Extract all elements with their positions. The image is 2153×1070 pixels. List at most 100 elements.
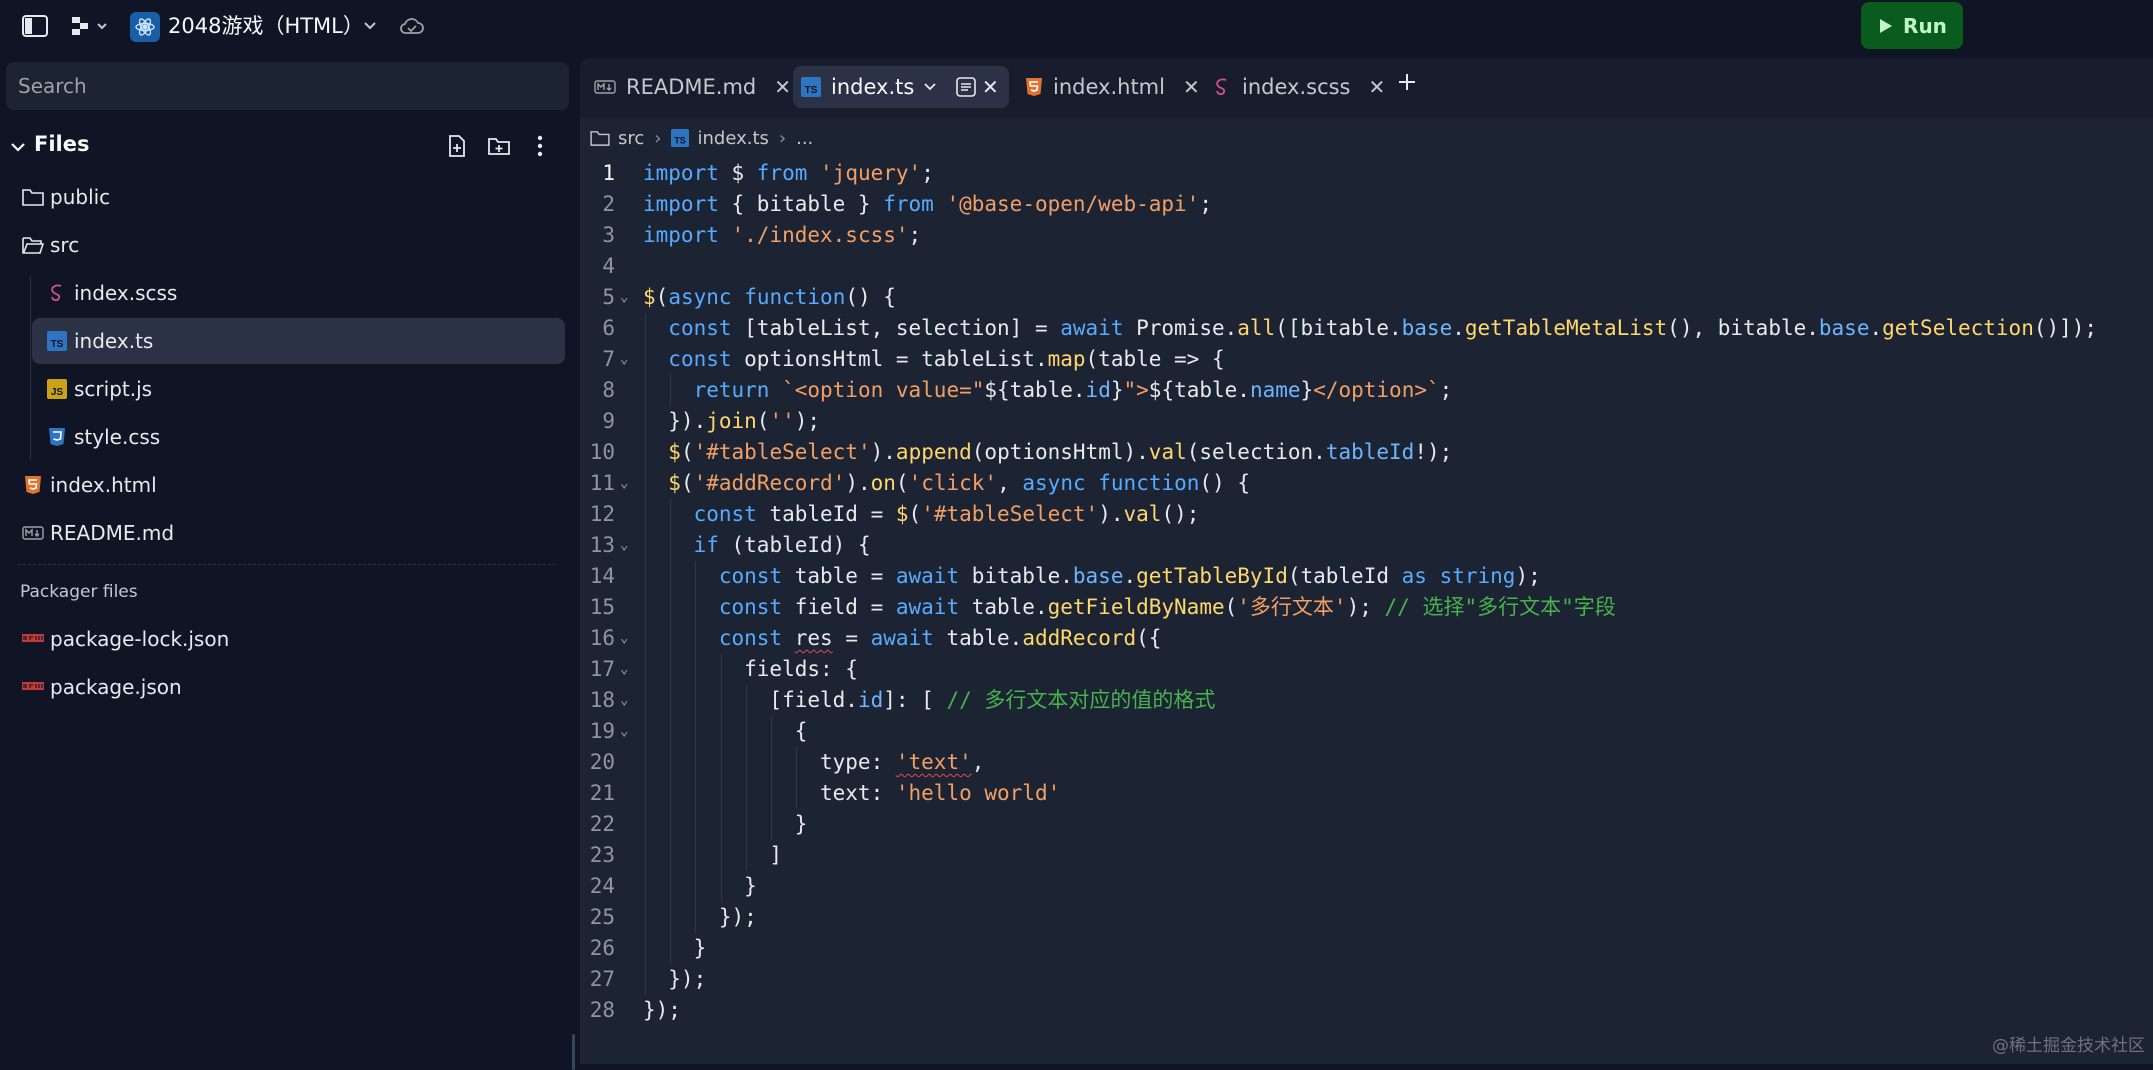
line-number: 4 — [602, 254, 615, 278]
fold-chevron-icon[interactable]: ⌄ — [620, 654, 628, 685]
fold-chevron-icon[interactable]: ⌄ — [620, 685, 628, 716]
code-line[interactable]: 10 $('#tableSelect').append(optionsHtml)… — [580, 437, 2153, 468]
code-line[interactable]: 8 return `<option value="${table.id}">${… — [580, 375, 2153, 406]
line-number: 26 — [589, 936, 615, 960]
tab-index-html[interactable]: index.html ✕ — [1025, 66, 1200, 108]
line-number: 2 — [602, 192, 615, 216]
code-line[interactable]: 28}); — [580, 995, 2153, 1026]
new-folder-icon[interactable] — [487, 135, 511, 161]
code-line[interactable]: 21 text: 'hello world' — [580, 778, 2153, 809]
svg-text:TS: TS — [51, 339, 64, 350]
code-line[interactable]: 17 ⌄ fields: { — [580, 654, 2153, 685]
fold-chevron-icon[interactable]: ⌄ — [620, 530, 628, 561]
tree-item-label: index.scss — [74, 281, 178, 305]
line-number: 28 — [589, 998, 615, 1022]
indent-guide — [670, 530, 672, 561]
tab-index-scss[interactable]: index.scss ✕ — [1212, 66, 1385, 108]
close-tab-icon[interactable]: ✕ — [774, 75, 791, 99]
new-file-icon[interactable] — [446, 134, 468, 162]
tree-item-style-css[interactable]: style.css — [46, 414, 160, 460]
chevron-down-icon[interactable] — [10, 138, 26, 157]
code-text: return `<option value="${table.id}">${ta… — [693, 378, 1453, 402]
code-line[interactable]: 22 } — [580, 809, 2153, 840]
code-line[interactable]: 4 — [580, 251, 2153, 282]
code-line[interactable]: 14 const table = await bitable.base.getT… — [580, 561, 2153, 592]
outline-icon[interactable] — [956, 77, 977, 97]
close-tab-icon[interactable]: ✕ — [982, 75, 999, 99]
code-line[interactable]: 7 ⌄ const optionsHtml = tableList.map(tab… — [580, 344, 2153, 375]
code-line[interactable]: 5 ⌄ $(async function() { — [580, 282, 2153, 313]
files-title[interactable]: Files — [34, 132, 89, 156]
breadcrumb-item[interactable]: TS index.ts — [671, 128, 769, 149]
cloud-sync-icon[interactable] — [398, 12, 426, 40]
code-line[interactable]: 15 const field = await table.getFieldByN… — [580, 592, 2153, 623]
code-line[interactable]: 23 ] — [580, 840, 2153, 871]
indent-guide — [645, 809, 646, 840]
tree-item-public[interactable]: public — [22, 174, 110, 220]
code-line[interactable]: 3 import './index.scss'; — [580, 220, 2153, 251]
code-line[interactable]: 25 }); — [580, 902, 2153, 933]
chevron-down-icon[interactable] — [924, 82, 936, 92]
tree-item-index-html[interactable]: index.html — [22, 462, 157, 508]
code-line[interactable]: 2 import { bitable } from '@base-open/web… — [580, 189, 2153, 220]
indent-guide — [645, 840, 646, 871]
ts-file-icon: TS — [801, 77, 821, 97]
code-line[interactable]: 26 } — [580, 933, 2153, 964]
fold-chevron-icon[interactable]: ⌄ — [620, 623, 628, 654]
pane-resize-handle[interactable] — [572, 1034, 575, 1070]
fold-chevron-icon[interactable]: ⌄ — [620, 468, 628, 499]
close-tab-icon[interactable]: ✕ — [1369, 75, 1386, 99]
tree-item-package-lock[interactable]: package-lock.json — [22, 616, 229, 662]
search-placeholder: Search — [18, 74, 87, 98]
run-button[interactable]: Run — [1861, 2, 1963, 49]
tree-item-src[interactable]: src — [22, 222, 79, 268]
breadcrumb-item[interactable]: src — [590, 128, 644, 149]
layout-menu-icon[interactable] — [68, 12, 112, 40]
code-line[interactable]: 24 } — [580, 871, 2153, 902]
indent-guide — [670, 902, 672, 933]
code-line[interactable]: 9 }).join(''); — [580, 406, 2153, 437]
indent-guide — [695, 809, 697, 840]
more-options-icon[interactable] — [536, 134, 544, 162]
code-line[interactable]: 16 ⌄ const res = await table.addRecord({ — [580, 623, 2153, 654]
tab-index-ts[interactable]: TS index.ts — [793, 66, 1009, 108]
sidebar: Search Files public src index.scss TS in… — [0, 52, 575, 1070]
code-line[interactable]: 20 type: 'text', — [580, 747, 2153, 778]
tab-readme[interactable]: README.md ✕ — [594, 66, 791, 108]
tree-item-readme[interactable]: README.md — [22, 510, 174, 556]
tree-item-index-scss[interactable]: index.scss — [46, 270, 177, 316]
add-tab-icon[interactable] — [1395, 70, 1419, 94]
code-text: } — [643, 936, 707, 960]
indent-guide — [670, 778, 672, 809]
breadcrumb-item[interactable]: ... — [796, 128, 813, 149]
indent-guide — [670, 592, 672, 623]
tree-item-script-js[interactable]: JS script.js — [46, 366, 152, 412]
fold-chevron-icon[interactable]: ⌄ — [620, 282, 628, 313]
chevron-down-icon[interactable] — [356, 12, 384, 40]
breadcrumb-separator: › — [778, 127, 787, 149]
fold-chevron-icon[interactable]: ⌄ — [620, 344, 628, 375]
code-editor[interactable]: 1 import $ from 'jquery'; 2 import { bitabl… — [580, 158, 2153, 1064]
folder-open-icon — [22, 234, 44, 256]
code-line[interactable]: 19 ⌄ { — [580, 716, 2153, 747]
indent-guide — [720, 654, 722, 685]
code-line[interactable]: 11 ⌄ $('#addRecord').on('click', async fu… — [580, 468, 2153, 499]
sidebar-toggle-icon[interactable] — [21, 12, 49, 40]
tree-item-index-ts[interactable]: TS index.ts — [32, 318, 565, 364]
code-line[interactable]: 12 const tableId = $('#tableSelect').val… — [580, 499, 2153, 530]
repl-title[interactable]: 2048游戏（HTML） — [168, 12, 364, 40]
tree-item-label: script.js — [74, 377, 153, 401]
code-line[interactable]: 27 }); — [580, 964, 2153, 995]
tree-item-label: package.json — [50, 675, 182, 699]
code-line[interactable]: 6 const [tableList, selection] = await P… — [580, 313, 2153, 344]
code-line[interactable]: 18 ⌄ [field.id]: [ // 多行文本对应的值的格式 — [580, 685, 2153, 716]
tree-item-package-json[interactable]: package.json — [22, 664, 182, 710]
code-line[interactable]: 1 import $ from 'jquery'; — [580, 158, 2153, 189]
line-number: 25 — [589, 905, 615, 929]
search-input[interactable]: Search — [6, 62, 569, 110]
fold-chevron-icon[interactable]: ⌄ — [620, 716, 628, 747]
tree-item-label: index.html — [50, 473, 157, 497]
line-number: 19 — [589, 719, 615, 743]
close-tab-icon[interactable]: ✕ — [1183, 75, 1200, 99]
code-line[interactable]: 13 ⌄ if (tableId) { — [580, 530, 2153, 561]
